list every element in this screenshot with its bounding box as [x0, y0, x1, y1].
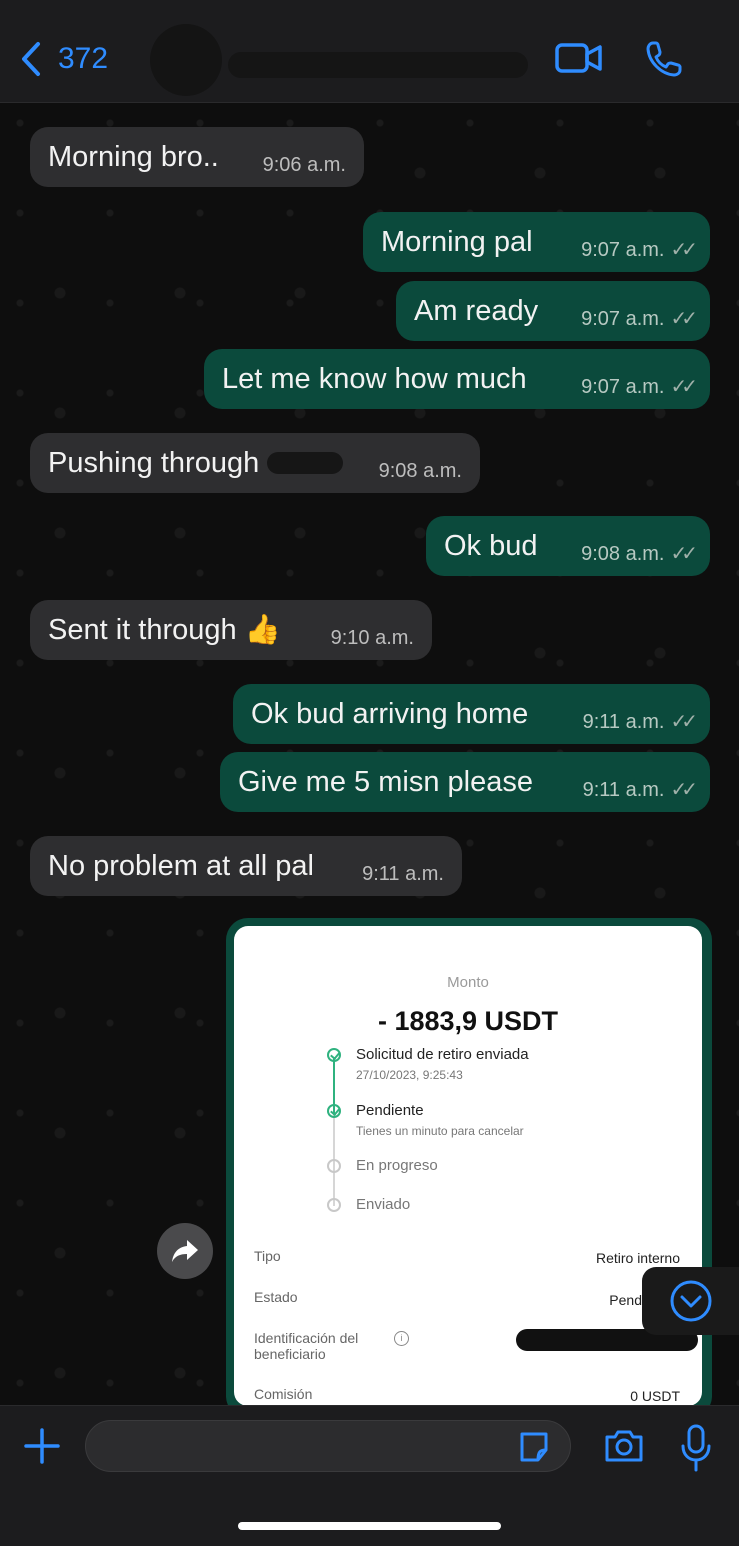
detail-label: Identificación del beneficiario [254, 1330, 359, 1362]
message-outgoing[interactable]: Ok bud arriving home 9:11 a.m. ✓✓ [233, 684, 710, 744]
chevron-down-circle-icon [670, 1280, 711, 1322]
forward-button[interactable] [157, 1223, 213, 1279]
step-done-icon [327, 1104, 341, 1118]
amount-value: - 1883,9 USDT [377, 1006, 559, 1036]
back-button[interactable]: 372 [18, 40, 108, 78]
step-title: Solicitud de retiro enviada [356, 1046, 529, 1063]
message-time: 9:11 a.m. [362, 863, 444, 885]
read-checks-icon: ✓✓ [670, 543, 697, 565]
step-title: Enviado [356, 1196, 411, 1213]
message-text: Ok bud arriving home [251, 697, 529, 730]
detail-value: Pend [609, 1292, 642, 1308]
forward-icon [172, 1240, 198, 1262]
message-time: 9:10 a.m. [330, 627, 414, 649]
message-text: Let me know how much [222, 362, 527, 395]
message-time: 9:08 a.m. [581, 543, 665, 565]
attach-button[interactable] [22, 1426, 62, 1471]
message-text: Give me 5 misn please [238, 765, 533, 798]
message-time: 9:08 a.m. [378, 460, 462, 482]
chat-area[interactable]: Morning bro.. 9:06 a.m. Morning pal 9:07… [0, 103, 739, 1405]
read-checks-icon: ✓✓ [670, 376, 697, 398]
message-time: 9:07 a.m. [581, 308, 665, 330]
message-time: 9:11 a.m. [582, 711, 665, 733]
video-call-button[interactable] [555, 40, 603, 81]
step-title: En progreso [356, 1157, 438, 1174]
redacted-text [267, 452, 344, 474]
step-pending-icon [327, 1198, 341, 1212]
message-time: 9:11 a.m. [582, 779, 665, 801]
voice-call-button[interactable] [645, 40, 683, 83]
plus-icon [24, 1428, 60, 1464]
step-title: Pendiente [356, 1102, 424, 1119]
step-pending-icon [327, 1159, 341, 1173]
message-text: Ok bud [444, 529, 538, 562]
scroll-to-bottom-button[interactable] [642, 1267, 739, 1335]
message-time: 9:06 a.m. [262, 154, 346, 176]
amount-label: Monto [447, 974, 489, 991]
step-subtitle: Tienes un minuto para cancelar [356, 1124, 524, 1138]
phone-icon [646, 41, 682, 77]
message-outgoing[interactable]: Ok bud 9:08 a.m. ✓✓ [426, 516, 710, 576]
message-text: Am ready [414, 294, 539, 327]
detail-value: Retiro interno [595, 1250, 680, 1266]
sticker-icon [520, 1432, 548, 1462]
message-input-field[interactable] [85, 1420, 571, 1472]
detail-label: Tipo [254, 1248, 281, 1264]
read-checks-icon: ✓✓ [670, 239, 697, 261]
message-incoming[interactable]: Morning bro.. 9:06 a.m. [30, 127, 364, 187]
message-time: 9:07 a.m. [581, 239, 665, 261]
message-incoming[interactable]: Sent it through 👍 9:10 a.m. [30, 600, 432, 660]
microphone-icon [681, 1424, 711, 1472]
chevron-left-icon [22, 42, 40, 76]
detail-value: 0 USDT [630, 1388, 680, 1404]
voice-message-button[interactable] [680, 1424, 712, 1477]
message-outgoing[interactable]: Am ready 9:07 a.m. ✓✓ [396, 281, 710, 341]
message-incoming[interactable]: No problem at all pal 9:11 a.m. [30, 836, 462, 896]
contact-name-redacted[interactable] [228, 52, 528, 78]
read-checks-icon: ✓✓ [670, 308, 697, 330]
receipt-screenshot[interactable]: Monto - 1883,9 USDT Solicitud de retiro … [234, 926, 702, 1405]
message-text: Morning bro.. [48, 140, 219, 173]
read-checks-icon: ✓✓ [670, 779, 697, 801]
message-text: Morning pal [381, 225, 533, 258]
message-text: Sent it through 👍 [48, 614, 281, 646]
message-incoming[interactable]: Pushing through 9:08 a.m. [30, 433, 480, 493]
step-subtitle: 27/10/2023, 9:25:43 [356, 1068, 463, 1082]
video-call-icon [555, 43, 602, 73]
message-time: 9:07 a.m. [581, 376, 665, 398]
home-indicator[interactable] [238, 1522, 501, 1530]
camera-button[interactable] [603, 1428, 645, 1469]
camera-icon [605, 1430, 643, 1462]
message-outgoing[interactable]: Morning pal 9:07 a.m. ✓✓ [363, 212, 710, 272]
unread-count: 372 [58, 42, 109, 75]
image-message[interactable]: Monto - 1883,9 USDT Solicitud de retiro … [226, 918, 712, 1405]
contact-avatar[interactable] [150, 24, 222, 96]
step-done-icon [327, 1048, 341, 1062]
message-text: No problem at all pal [48, 849, 314, 882]
sticker-button[interactable] [516, 1420, 552, 1477]
read-checks-icon: ✓✓ [670, 711, 697, 733]
message-input[interactable] [104, 1431, 488, 1463]
info-icon[interactable]: i [394, 1331, 409, 1346]
chat-header: 372 [0, 0, 739, 103]
message-outgoing[interactable]: Let me know how much 9:07 a.m. ✓✓ [204, 349, 710, 409]
detail-label: Estado [254, 1289, 298, 1305]
message-outgoing[interactable]: Give me 5 misn please 9:11 a.m. ✓✓ [220, 752, 710, 812]
message-text: Pushing through [48, 446, 260, 479]
detail-label: Comisión [254, 1386, 313, 1402]
